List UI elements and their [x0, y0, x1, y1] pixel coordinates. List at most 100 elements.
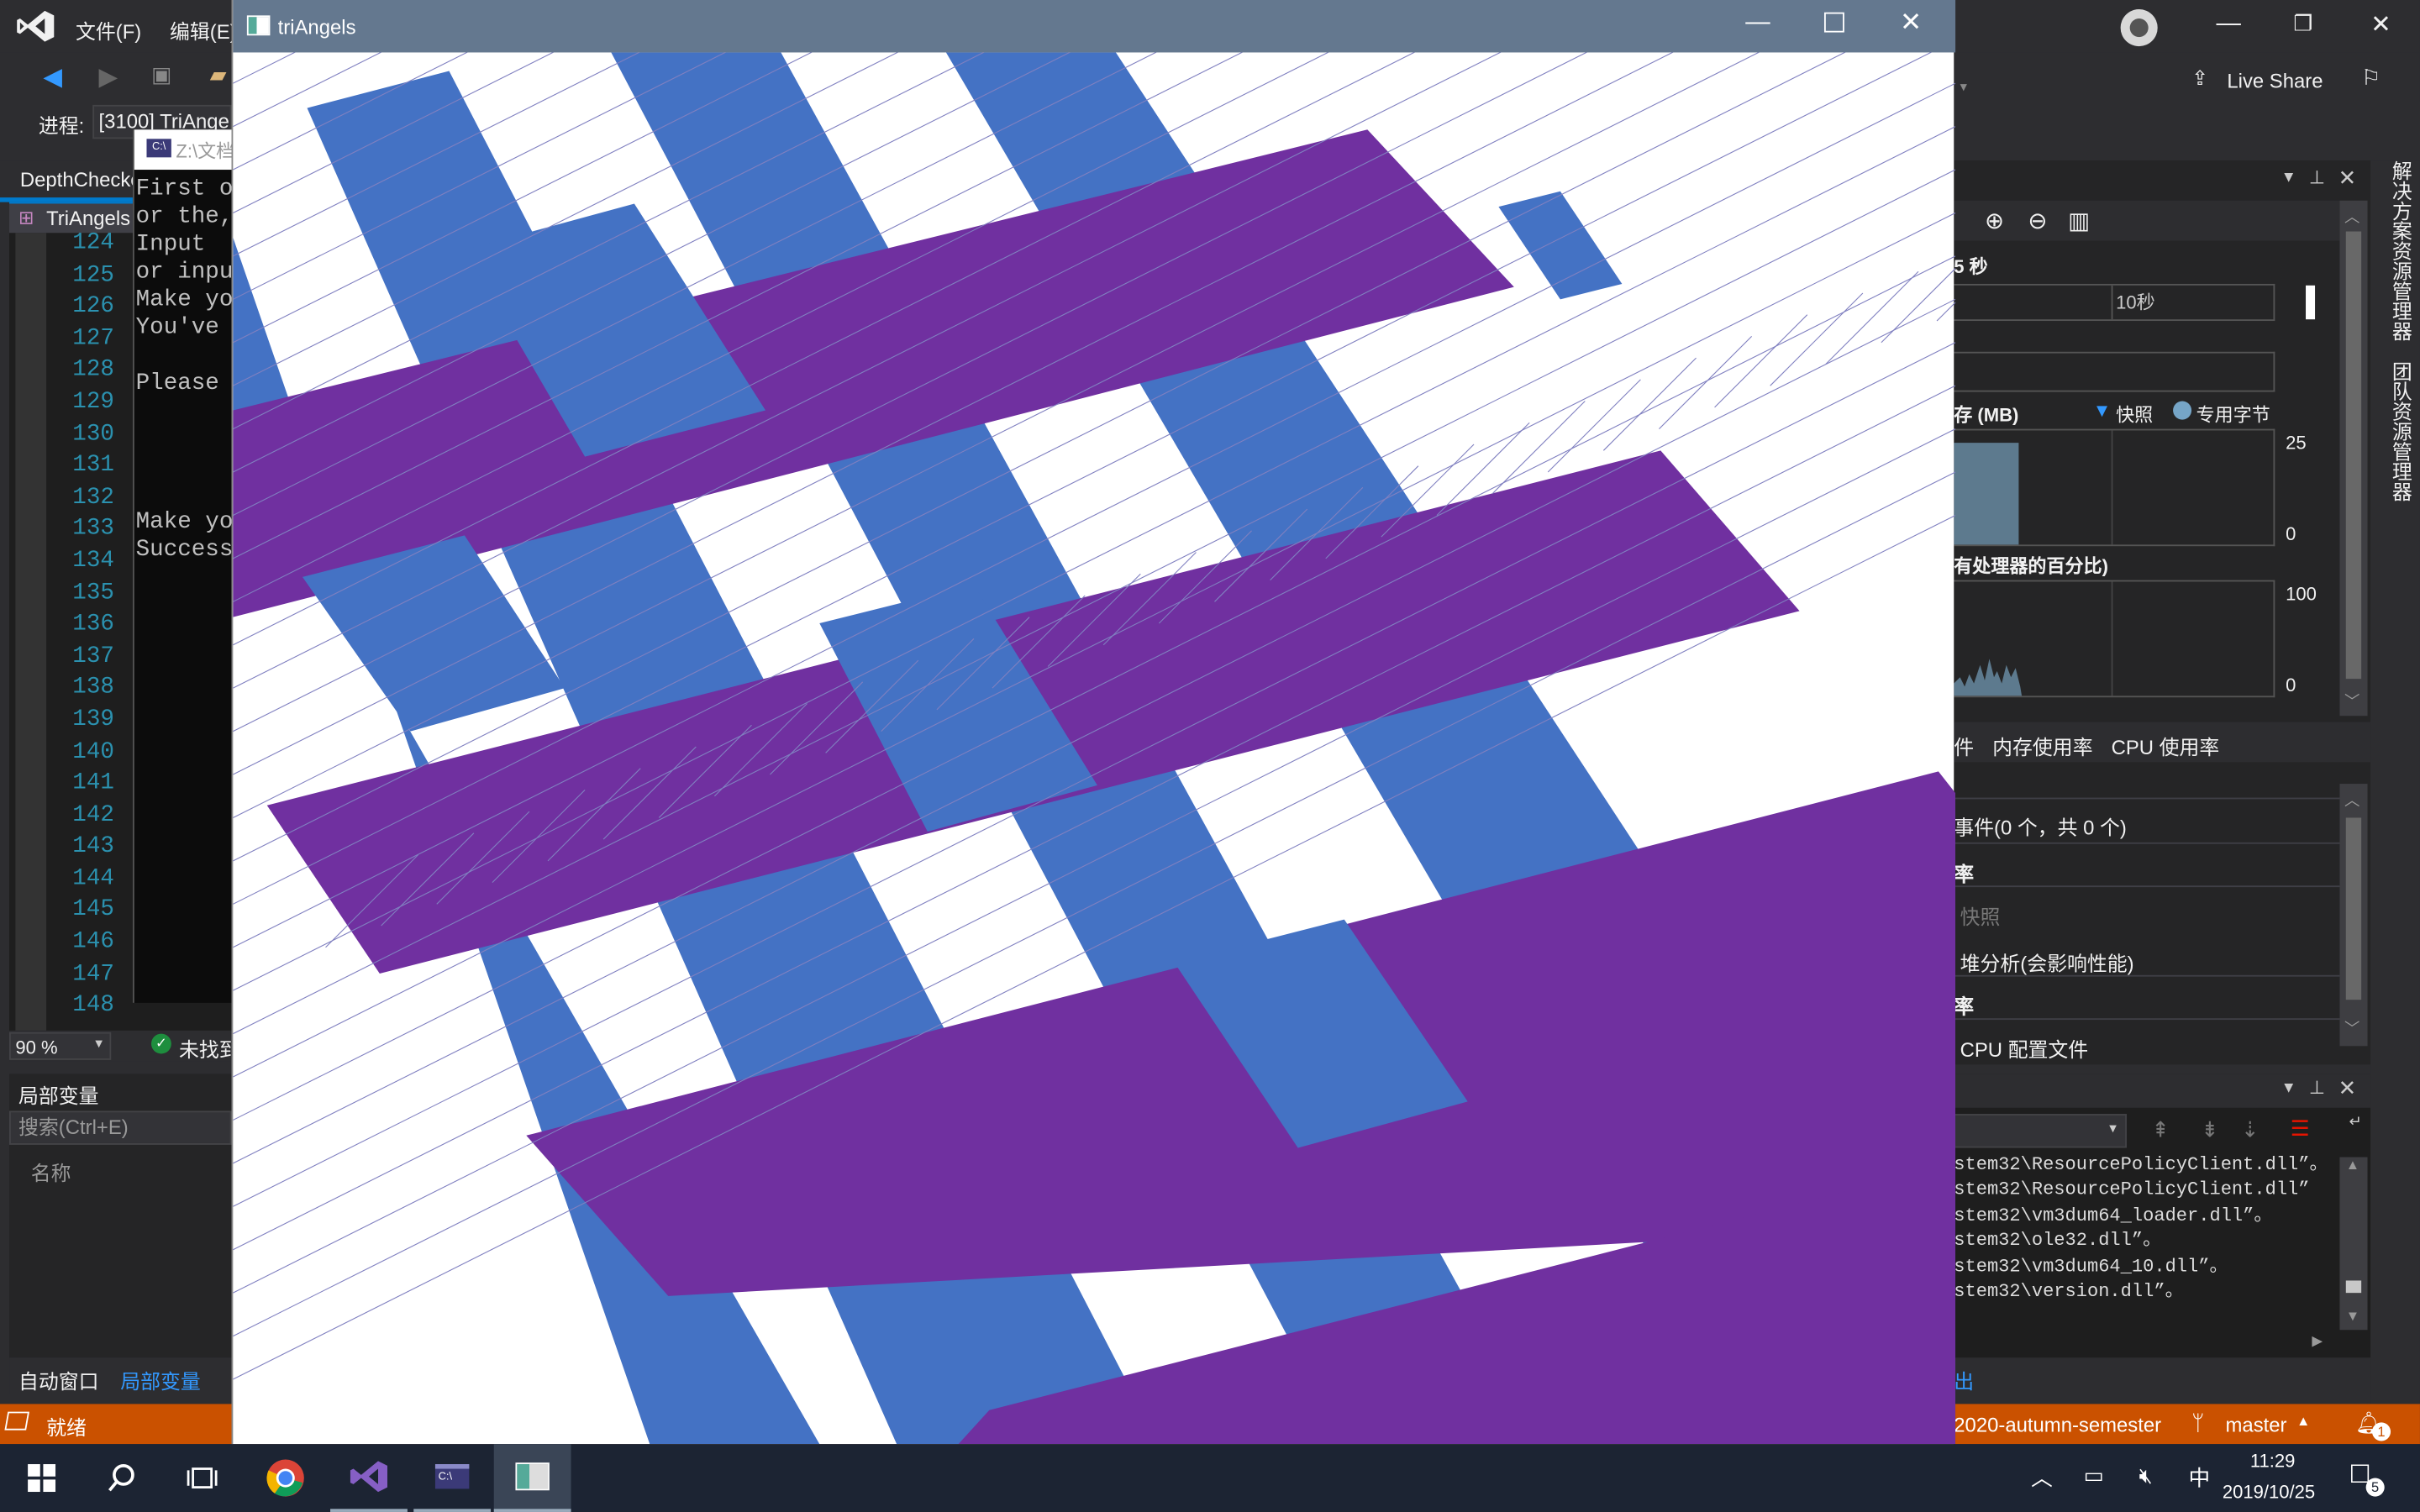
open-folder-icon[interactable]: ▰: [210, 61, 227, 87]
tab-memory-usage[interactable]: 内存使用率: [1992, 732, 2092, 761]
memory-min: 0: [2286, 522, 2296, 545]
breakpoint-margin[interactable]: [15, 233, 47, 1031]
cpu-graph[interactable]: [1954, 580, 2275, 698]
cpu-max: 100: [2286, 583, 2317, 605]
diag-summary: 事件(0 个，共 0 个) 率 快照 堆分析(会影响性能) 率 CPU 配置文件: [1954, 762, 2340, 1064]
output-source-dropdown[interactable]: ▼: [1954, 1114, 2127, 1148]
branch-name[interactable]: master: [2226, 1413, 2287, 1436]
wire-cross-line: [1881, 267, 1956, 344]
task-view-icon[interactable]: [164, 1444, 241, 1512]
console-title: Z:\文档: [176, 140, 235, 162]
editor-status-bar: 90 % ▼ ✓ 未找到: [9, 1030, 239, 1062]
line-number: 124: [72, 229, 114, 256]
doc-tab-depthchecker[interactable]: DepthChecke: [20, 168, 142, 192]
volume-muted-icon[interactable]: 🔇︎: [2139, 1462, 2153, 1488]
line-number: 125: [72, 261, 114, 288]
new-project-icon[interactable]: ▣: [151, 61, 171, 87]
solution-explorer-tab[interactable]: 解决方案资源管理器: [2380, 160, 2412, 341]
live-share-icon[interactable]: ⇪: [2191, 66, 2208, 91]
cpu-profile-button[interactable]: CPU 配置文件: [1960, 1034, 2089, 1063]
zoom-dropdown[interactable]: 90 % ▼: [9, 1032, 112, 1060]
cpu-title: 有处理器的百分比): [1954, 555, 2108, 577]
output-pin-icon[interactable]: ⊥: [2309, 1077, 2325, 1099]
console-line: Success: [135, 537, 234, 564]
visual-studio-taskbar-icon[interactable]: [330, 1444, 408, 1512]
pin-icon[interactable]: ⊥: [2309, 166, 2325, 188]
panel-close-icon[interactable]: ✕: [2338, 165, 2357, 192]
search-icon[interactable]: [83, 1444, 160, 1512]
forward-icon[interactable]: ▶: [99, 61, 118, 92]
feedback-icon[interactable]: ⚐: [2361, 65, 2381, 91]
take-snapshot-button[interactable]: 快照: [1960, 901, 2001, 931]
timeline-ruler[interactable]: 10秒: [1954, 283, 2316, 322]
start-icon[interactable]: [3, 1444, 81, 1512]
tab-output[interactable]: 出: [1954, 1365, 1974, 1394]
ime-indicator[interactable]: 中: [2188, 1462, 2210, 1494]
reset-zoom-icon[interactable]: ▥: [2068, 207, 2090, 234]
line-number: 139: [72, 706, 114, 733]
panel-menu-icon[interactable]: ▼: [2281, 170, 2296, 186]
gl-canvas[interactable]: [233, 52, 1956, 1445]
check-circle-icon: ✓: [150, 1033, 171, 1054]
output-menu-icon[interactable]: ▼: [2281, 1080, 2296, 1097]
menu-edit[interactable]: 编辑(E): [170, 15, 237, 45]
events-track[interactable]: [1954, 351, 2275, 392]
vs-minimize-icon[interactable]: —: [2217, 11, 2241, 39]
clock-date[interactable]: 2019/10/25: [2223, 1481, 2315, 1503]
gl-close-icon[interactable]: ✕: [1900, 8, 1922, 39]
console-app-icon: C:\: [146, 139, 171, 158]
tab-events[interactable]: 件: [1954, 732, 1974, 761]
live-share-button[interactable]: Live Share: [2227, 70, 2323, 93]
tab-cpu-usage[interactable]: CPU 使用率: [2112, 732, 2220, 761]
console-line: First o: [135, 176, 234, 202]
zoom-in-icon[interactable]: ⊕: [1985, 207, 2004, 234]
output-text[interactable]: stem32\ResourcePolicyClient.dll”。 stem32\…: [1954, 1152, 2337, 1305]
diag-scrollbar[interactable]: ︿ ﹀: [2339, 200, 2368, 717]
clock-time[interactable]: 11:29: [2250, 1450, 2296, 1472]
output-line: stem32\ole32.dll”。: [1954, 1230, 2162, 1252]
console-taskbar-icon[interactable]: C:\: [413, 1444, 492, 1512]
tab-locals[interactable]: 局部变量: [120, 1365, 201, 1394]
triangels-taskbar-icon[interactable]: [493, 1444, 571, 1512]
wrap-icon[interactable]: ↵: [2349, 1114, 2361, 1131]
gl-minimize-icon[interactable]: —: [1745, 9, 1770, 37]
gl-titlebar[interactable]: triAngels — ✕: [233, 0, 1956, 53]
menu-file[interactable]: 文件(F): [76, 15, 141, 45]
line-number: 135: [72, 579, 114, 606]
memory-graph[interactable]: [1954, 428, 2275, 547]
back-icon[interactable]: ◀: [43, 61, 62, 92]
find-previous-icon[interactable]: ⇞: [2151, 1117, 2170, 1143]
tab-auto-window[interactable]: 自动窗口: [18, 1365, 99, 1394]
clear-all-icon[interactable]: ☰: [2291, 1116, 2310, 1142]
summary-scrollbar[interactable]: ︿ ﹀: [2339, 784, 2368, 1047]
issues-label[interactable]: 未找到: [179, 1034, 239, 1063]
find-next-icon[interactable]: ⇟: [2201, 1117, 2219, 1143]
toolbar-overflow-icon[interactable]: ▾: [1960, 79, 1967, 96]
repo-name[interactable]: 2020-autumn-semester: [1954, 1413, 2161, 1436]
goto-icon[interactable]: ⇣: [2241, 1117, 2260, 1143]
locals-col-name: 名称: [30, 1162, 71, 1185]
vs-restore-icon[interactable]: ❐: [2293, 11, 2312, 37]
console-window[interactable]: C:\ Z:\文档 First o or the, Input or inpu Mak…: [132, 129, 235, 1003]
output-close-icon[interactable]: ✕: [2338, 1075, 2357, 1101]
network-icon[interactable]: ▭: [2084, 1462, 2104, 1488]
zoom-out-icon[interactable]: ⊖: [2028, 207, 2047, 234]
legend-snapshot: 快照: [2116, 404, 2154, 426]
output-hscroll-right-icon[interactable]: ▶: [2312, 1333, 2323, 1350]
visual-studio-logo-icon: [17, 10, 55, 42]
memory-usage-area: [1954, 443, 2019, 545]
chrome-icon[interactable]: [247, 1444, 324, 1512]
status-ready: 就绪: [46, 1416, 87, 1440]
heap-analysis-toggle[interactable]: 堆分析(会影响性能): [1960, 948, 2134, 977]
tray-chevron-icon[interactable]: ︿: [2031, 1462, 2053, 1494]
gl-maximize-icon[interactable]: [1823, 12, 1844, 33]
output-tab-bar: 出: [1954, 1357, 2371, 1395]
output-scrollbar[interactable]: ▲ ▼: [2339, 1157, 2368, 1331]
gl-window[interactable]: triAngels — ✕: [231, 0, 1956, 1445]
team-explorer-tab[interactable]: 团队资源管理器: [2380, 361, 2412, 501]
wire-cross-line: [1714, 314, 1808, 408]
user-avatar[interactable]: [2120, 9, 2158, 47]
vs-close-icon[interactable]: ✕: [2370, 9, 2391, 40]
locals-search-input[interactable]: 搜索(Ctrl+E): [9, 1110, 232, 1145]
